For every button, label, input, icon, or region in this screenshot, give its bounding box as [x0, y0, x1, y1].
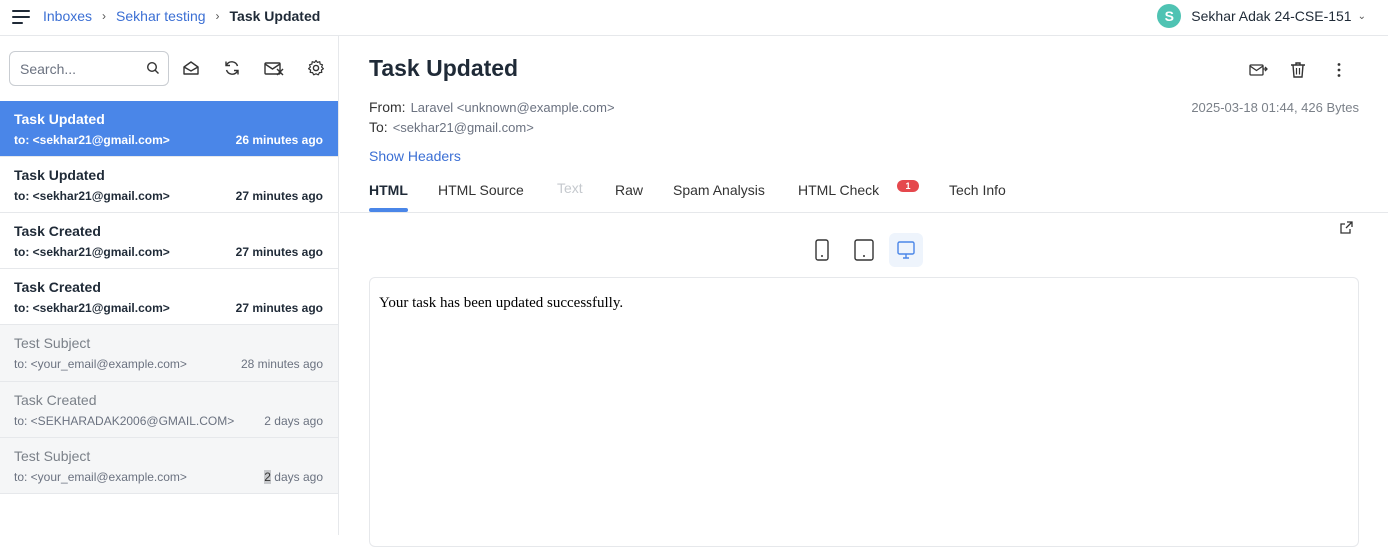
tablet-view-button[interactable]	[847, 233, 881, 267]
list-item[interactable]: Task Updated to: <sekhar21@gmail.com> 26 …	[0, 101, 338, 157]
more-options-icon[interactable]	[1329, 60, 1349, 80]
top-bar: Inboxes › Sekhar testing › Task Updated …	[0, 0, 1388, 36]
list-item[interactable]: Test Subject to: <your_email@example.com…	[0, 438, 338, 494]
list-item-recipient: to: <your_email@example.com>	[14, 470, 187, 484]
show-headers-link[interactable]: Show Headers	[369, 148, 461, 164]
search-input[interactable]	[10, 52, 138, 85]
list-item-time-rest: days ago	[270, 470, 323, 484]
email-preview-frame: Your task has been updated successfully.	[369, 277, 1359, 547]
email-body-text: Your task has been updated successfully.	[379, 295, 624, 311]
envelope-open-icon[interactable]	[182, 59, 200, 77]
list-item-time: 27 minutes ago	[235, 301, 323, 315]
active-tab-indicator	[369, 208, 408, 212]
list-item-recipient: to: <sekhar21@gmail.com>	[14, 133, 170, 147]
desktop-view-button[interactable]	[889, 233, 923, 267]
list-item[interactable]: Task Updated to: <sekhar21@gmail.com> 27 …	[0, 157, 338, 213]
to-value: <sekhar21@gmail.com>	[392, 120, 534, 135]
user-name: Sekhar Adak 24-CSE-151	[1191, 8, 1352, 24]
hamburger-menu-icon[interactable]	[12, 10, 30, 24]
breadcrumb-inbox-link[interactable]: Sekhar testing	[116, 8, 206, 24]
list-item-time: 2 days ago	[264, 414, 323, 428]
mark-read-icon[interactable]	[264, 59, 284, 77]
list-item-time: 2 days ago	[264, 470, 323, 484]
refresh-icon[interactable]	[223, 59, 241, 77]
view-tabs: HTML HTML Source Text Raw Spam Analysis …	[340, 178, 1388, 213]
breadcrumb-inboxes-link[interactable]: Inboxes	[43, 8, 92, 24]
html-check-count-badge: 1	[897, 180, 919, 192]
tablet-icon	[854, 239, 874, 261]
list-toolbar	[0, 36, 338, 101]
tab-spam-analysis[interactable]: Spam Analysis	[673, 182, 765, 198]
page-title: Task Updated	[369, 55, 519, 81]
tab-html-check[interactable]: HTML Check	[798, 182, 879, 198]
avatar: S	[1157, 4, 1182, 28]
list-item-time: 28 minutes ago	[240, 357, 323, 371]
list-item[interactable]: Task Created to: <sekhar21@gmail.com> 27 …	[0, 269, 338, 325]
from-value: Laravel <unknown@example.com>	[410, 100, 615, 115]
tab-tech-info[interactable]: Tech Info	[949, 182, 1006, 198]
breadcrumb-current: Task Updated	[229, 8, 321, 24]
list-item-recipient: to: <your_email@example.com>	[14, 357, 187, 371]
gear-icon[interactable]	[307, 59, 325, 77]
list-item[interactable]: Task Created to: <SEKHARADAK2006@GMAIL.C…	[0, 382, 338, 438]
list-item-subject: Task Updated	[14, 167, 105, 183]
date-size-meta: 2025-03-18 01:44, 426 Bytes	[1191, 100, 1359, 115]
phone-icon	[815, 239, 829, 261]
from-line: From: Laravel <unknown@example.com>	[369, 99, 615, 115]
tab-html-source[interactable]: HTML Source	[438, 182, 524, 198]
user-menu[interactable]: S Sekhar Adak 24-CSE-151 ⌄	[1157, 4, 1366, 28]
desktop-icon	[897, 241, 915, 259]
list-item-recipient: to: <sekhar21@gmail.com>	[14, 245, 170, 259]
list-item-recipient: to: <sekhar21@gmail.com>	[14, 301, 170, 315]
list-item-subject: Task Created	[14, 223, 101, 239]
list-item-subject: Task Created	[14, 279, 101, 295]
list-item-time: 27 minutes ago	[235, 189, 323, 203]
tab-html[interactable]: HTML	[369, 182, 408, 198]
phone-view-button[interactable]	[805, 233, 839, 267]
to-label: To:	[369, 119, 388, 135]
list-item[interactable]: Task Created to: <sekhar21@gmail.com> 27 …	[0, 213, 338, 269]
trash-icon[interactable]	[1288, 60, 1308, 80]
external-link-icon[interactable]	[1339, 220, 1354, 235]
breadcrumb: Inboxes › Sekhar testing › Task Updated	[43, 8, 320, 24]
list-item-subject: Task Created	[14, 392, 97, 408]
list-item-subject: Test Subject	[14, 335, 91, 351]
list-item[interactable]: Test Subject to: <your_email@example.com…	[0, 325, 338, 382]
breadcrumb-separator: ›	[102, 9, 107, 23]
forward-icon[interactable]	[1248, 60, 1268, 80]
tab-text: Text	[557, 180, 583, 196]
breadcrumb-separator: ›	[215, 9, 220, 23]
search-box	[9, 51, 169, 86]
list-item-time: 27 minutes ago	[235, 245, 323, 259]
to-line: To: <sekhar21@gmail.com>	[369, 119, 534, 135]
selected-text-highlight: 2	[264, 470, 271, 484]
list-item-time: 26 minutes ago	[235, 133, 323, 147]
chevron-down-icon: ⌄	[1357, 10, 1366, 22]
tab-raw[interactable]: Raw	[615, 182, 643, 198]
from-label: From:	[369, 99, 406, 115]
list-item-subject: Test Subject	[14, 448, 91, 464]
list-item-subject: Task Updated	[14, 111, 105, 127]
list-item-recipient: to: <sekhar21@gmail.com>	[14, 189, 170, 203]
message-view: Task Updated From: Laravel <unknown@examp…	[340, 36, 1388, 547]
message-list-panel: Task Updated to: <sekhar21@gmail.com> 26 …	[0, 36, 339, 535]
list-item-recipient: to: <SEKHARADAK2006@GMAIL.COM>	[14, 414, 235, 428]
search-icon[interactable]	[146, 61, 160, 75]
